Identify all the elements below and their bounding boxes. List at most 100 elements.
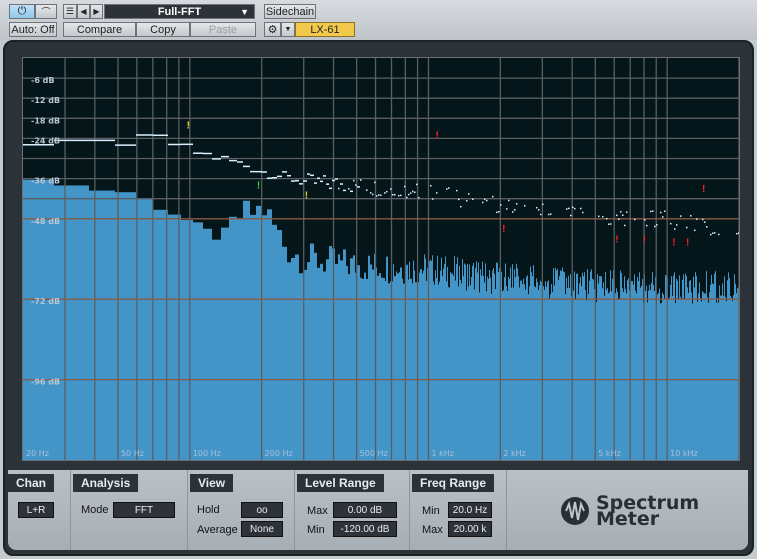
peak-hold-dot xyxy=(496,211,498,214)
level-max-field[interactable]: 0.00 dB xyxy=(333,502,397,518)
freq-min-field[interactable]: 20.0 Hz xyxy=(448,502,492,518)
freq-range-title: Freq Range xyxy=(412,474,495,492)
peak-hold-dot xyxy=(416,183,418,186)
spectrum-bar xyxy=(525,289,526,460)
mode-selector[interactable]: FFT xyxy=(113,502,175,518)
level-min-field[interactable]: -120.00 dB xyxy=(333,521,397,537)
spectrum-bar xyxy=(566,277,567,460)
spectrum-bar xyxy=(390,281,391,460)
peak-hold-dot xyxy=(620,211,622,213)
spectrum-bar xyxy=(687,287,688,460)
y-tick-label: -24 dB xyxy=(31,136,60,145)
spectrum-bar xyxy=(599,276,600,460)
peak-hold-dot xyxy=(460,205,462,208)
spectrum-bar xyxy=(326,259,329,460)
spectrum-bar xyxy=(203,228,212,460)
peak-hold-dot xyxy=(482,201,484,204)
average-selector[interactable]: None xyxy=(241,521,283,537)
spectrum-bar xyxy=(725,296,726,460)
spectrum-bar xyxy=(495,289,496,460)
presonus-logo-icon xyxy=(561,497,589,525)
copy-button[interactable]: Copy xyxy=(136,22,190,37)
peak-hold-dot xyxy=(414,191,416,194)
spectrum-bar xyxy=(348,274,350,460)
peak-hold-dot xyxy=(466,199,468,202)
spectrum-bar xyxy=(540,280,541,460)
peak-hold-dot xyxy=(360,179,362,181)
spectrum-bar xyxy=(709,292,710,460)
paste-button[interactable]: Paste xyxy=(190,22,256,37)
compare-button[interactable]: Compare xyxy=(63,22,136,37)
spectrum-bar xyxy=(287,262,291,460)
device-name[interactable]: LX-61 xyxy=(295,22,355,37)
peak-hold-dot xyxy=(686,226,688,229)
spectrum-bar xyxy=(546,286,547,460)
spectrum-bar xyxy=(432,255,433,460)
spectrum-bar xyxy=(512,264,513,460)
peak-hold-dot xyxy=(618,218,620,220)
freq-max-field[interactable]: 20.00 k xyxy=(448,521,492,537)
automation-button[interactable]: Auto: Off xyxy=(9,22,57,37)
spectrum-bar xyxy=(651,282,652,460)
spectrum-bar xyxy=(481,275,482,460)
chan-selector[interactable]: L+R xyxy=(18,502,54,518)
spectrum-bar xyxy=(409,261,410,460)
peak-hold-dot xyxy=(355,184,357,186)
preset-menu-button[interactable]: ☰ xyxy=(63,4,77,19)
spectrum-bar xyxy=(682,279,683,460)
sidechain-button[interactable]: Sidechain xyxy=(264,4,316,19)
peak-hold-dot xyxy=(380,194,382,197)
spectrum-bar xyxy=(438,284,439,460)
chevron-down-icon: ▼ xyxy=(240,6,249,17)
spectrum-bar xyxy=(703,292,704,460)
spectrum-bar xyxy=(570,274,571,460)
spectrum-bar xyxy=(607,287,608,460)
spectrum-bar xyxy=(496,262,497,460)
spectrum-bar xyxy=(243,200,250,460)
spectrum-bar xyxy=(646,285,647,460)
peak-hold-dot xyxy=(432,198,434,200)
spectrum-bar xyxy=(718,302,719,460)
spectrum-bar xyxy=(445,256,446,460)
spectrum-bar xyxy=(451,273,452,460)
peak-hold-dot xyxy=(458,198,460,201)
bypass-button[interactable]: ⌒ xyxy=(35,4,57,19)
peak-hold-dot xyxy=(568,207,570,210)
spectrum-bar xyxy=(732,300,733,460)
spectrum-bar xyxy=(400,267,402,460)
device-dropdown[interactable]: ▼ xyxy=(281,22,295,37)
spectrum-bar xyxy=(422,273,423,460)
spectrum-bar xyxy=(577,273,578,460)
peak-hold-dot xyxy=(548,213,550,216)
spectrum-bar xyxy=(582,272,583,460)
peak-hold-dot xyxy=(486,199,488,202)
spectrum-bar xyxy=(623,291,624,460)
spectrum-bar xyxy=(461,283,462,460)
peak-hold-dot xyxy=(696,218,698,220)
mode-label: Mode xyxy=(81,504,109,516)
preset-selector[interactable]: Full-FFT ▼ xyxy=(104,4,255,19)
peak-hold-dot xyxy=(650,210,652,213)
spectrum-bar xyxy=(531,272,532,460)
spectrum-bar xyxy=(639,272,640,460)
spectrum-bar xyxy=(362,278,364,460)
settings-button[interactable]: ⚙ xyxy=(264,22,281,37)
spectrum-bar xyxy=(548,280,549,460)
power-button[interactable]: ⏻ xyxy=(9,4,35,19)
spectrum-bar xyxy=(663,294,664,460)
spectrum-bar xyxy=(653,285,654,460)
next-preset-button[interactable]: ▶ xyxy=(90,4,103,19)
spectrum-bar xyxy=(469,264,470,460)
spectrum-bar xyxy=(410,278,412,460)
spectrum-bar xyxy=(434,284,435,460)
chan-section: Chan L+R xyxy=(8,470,71,550)
peak-marker: ! xyxy=(502,224,505,235)
prev-preset-button[interactable]: ◀ xyxy=(77,4,90,19)
hold-selector[interactable]: oo xyxy=(241,502,283,518)
spectrum-bar xyxy=(628,278,629,460)
spectrum-bar xyxy=(366,279,368,460)
spectrum-bar xyxy=(726,301,727,460)
peak-hold-dot xyxy=(378,194,380,196)
spectrum-bar xyxy=(592,278,593,460)
spectrum-bar xyxy=(591,269,592,460)
